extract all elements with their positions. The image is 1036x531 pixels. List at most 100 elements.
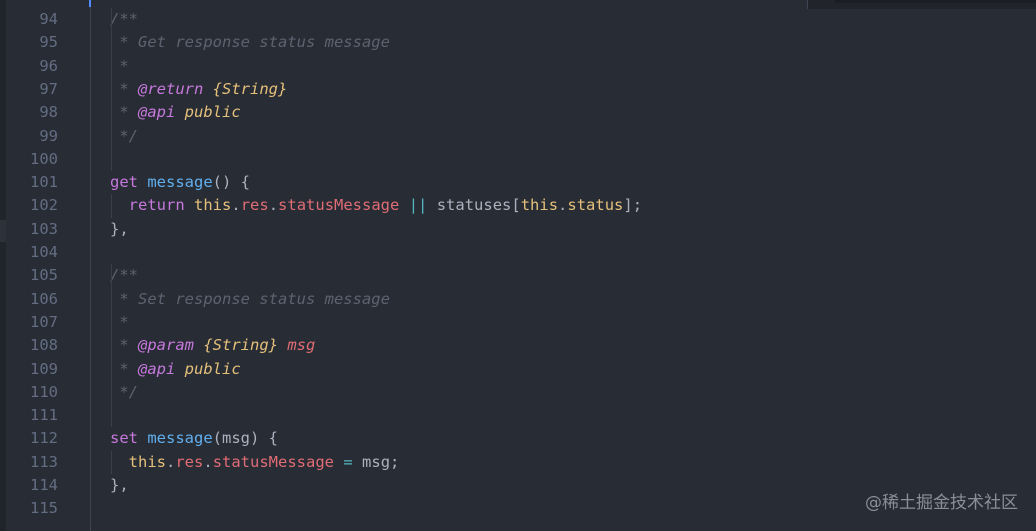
line-number: 99 xyxy=(39,126,58,145)
code-line[interactable]: /** xyxy=(110,8,138,31)
code-line[interactable]: * @api public xyxy=(110,358,241,381)
code-line[interactable]: }, xyxy=(110,218,129,241)
code-token: . xyxy=(203,452,213,471)
line-number: 113 xyxy=(30,452,58,471)
code-line[interactable]: get message() { xyxy=(110,171,250,194)
code-token: {String} xyxy=(212,79,288,98)
indent-guide xyxy=(111,264,112,428)
code-token: this xyxy=(194,196,232,215)
code-token: }, xyxy=(110,476,129,494)
code-token: /** xyxy=(110,266,138,285)
line-number: 105 xyxy=(30,266,58,285)
code-token: * xyxy=(110,103,138,122)
code-token: . xyxy=(268,196,279,215)
minimap-edge xyxy=(807,0,1036,9)
code-token: * xyxy=(110,56,129,75)
indent-guide xyxy=(111,194,112,218)
code-token: * Get response status message xyxy=(110,33,390,52)
code-token: * xyxy=(110,79,138,98)
line-number: 100 xyxy=(30,149,58,168)
code-line[interactable]: * Get response status message xyxy=(110,31,390,54)
code-token: @param xyxy=(138,336,194,355)
code-token: * xyxy=(110,312,129,331)
code-line[interactable]: * @return {String} xyxy=(110,78,287,101)
line-number: 103 xyxy=(30,219,58,238)
line-number: 115 xyxy=(30,499,58,518)
code-token: . xyxy=(231,196,241,215)
code-token: message xyxy=(147,173,213,192)
code-line[interactable]: this.res.statusMessage = msg; xyxy=(110,451,400,474)
line-number: 104 xyxy=(30,243,58,261)
code-line[interactable]: /** xyxy=(110,264,138,287)
line-number: 106 xyxy=(30,289,58,308)
code-token: statuses[ xyxy=(427,196,521,215)
code-editor[interactable]: /** * Get response status message * * @r… xyxy=(0,0,1036,531)
code-token: * xyxy=(110,336,138,355)
cursor-indicator xyxy=(89,0,91,7)
code-token: get xyxy=(110,173,138,192)
line-number: 97 xyxy=(39,79,58,98)
code-line[interactable]: */ xyxy=(110,125,138,148)
code-line[interactable]: * Set response status message xyxy=(110,288,390,311)
code-token: msg; xyxy=(352,452,400,471)
line-number: 94 xyxy=(39,10,58,28)
code-token: {String} xyxy=(203,336,278,355)
code-token: */ xyxy=(110,126,138,145)
code-token: res xyxy=(175,452,204,471)
code-token: * Set response status message xyxy=(110,289,390,308)
minimap-slider[interactable] xyxy=(835,0,1036,3)
code-line[interactable]: */ xyxy=(110,381,138,404)
code-token: public xyxy=(184,103,241,122)
code-token: (msg) { xyxy=(212,429,278,448)
code-token: msg xyxy=(287,336,316,355)
code-token: statusMessage xyxy=(278,196,400,215)
code-line[interactable]: * xyxy=(110,55,129,78)
code-token: status xyxy=(567,196,624,215)
code-line[interactable]: }, xyxy=(110,474,129,497)
line-number: 107 xyxy=(30,312,58,331)
line-number: 102 xyxy=(30,196,58,215)
line-number: 98 xyxy=(39,103,58,122)
code-line[interactable]: * @param {String} msg xyxy=(110,334,315,357)
code-token: /** xyxy=(110,10,138,28)
code-token: @api xyxy=(138,359,176,378)
code-token: return xyxy=(128,196,185,215)
line-number: 114 xyxy=(30,476,58,494)
code-token: || xyxy=(408,196,428,215)
line-number: 108 xyxy=(30,336,58,355)
code-token: this xyxy=(520,196,559,215)
code-line[interactable]: return this.res.statusMessage || statuse… xyxy=(110,194,642,217)
code-token: res xyxy=(240,196,269,215)
minimap-divider xyxy=(807,0,808,9)
code-token: message xyxy=(147,429,213,448)
code-token: () { xyxy=(212,173,250,192)
line-number: 112 xyxy=(30,429,58,448)
line-number: 109 xyxy=(30,359,58,378)
code-token: }, xyxy=(110,219,129,238)
code-line[interactable]: set message(msg) { xyxy=(110,427,278,450)
line-number: 111 xyxy=(30,406,58,425)
code-token: * xyxy=(110,359,138,378)
indent-guide xyxy=(111,8,112,172)
code-token: @api xyxy=(138,103,176,122)
code-line[interactable]: * xyxy=(110,311,129,334)
line-number: 101 xyxy=(30,173,58,192)
code-token: this xyxy=(128,452,166,471)
code-line[interactable]: * @api public xyxy=(110,101,241,124)
code-token: . xyxy=(166,452,176,471)
code-token: public xyxy=(184,359,241,378)
indent-guide xyxy=(111,450,112,474)
code-token: . xyxy=(558,196,568,215)
gutter-separator xyxy=(90,0,91,531)
code-token: statusMessage xyxy=(212,452,335,471)
